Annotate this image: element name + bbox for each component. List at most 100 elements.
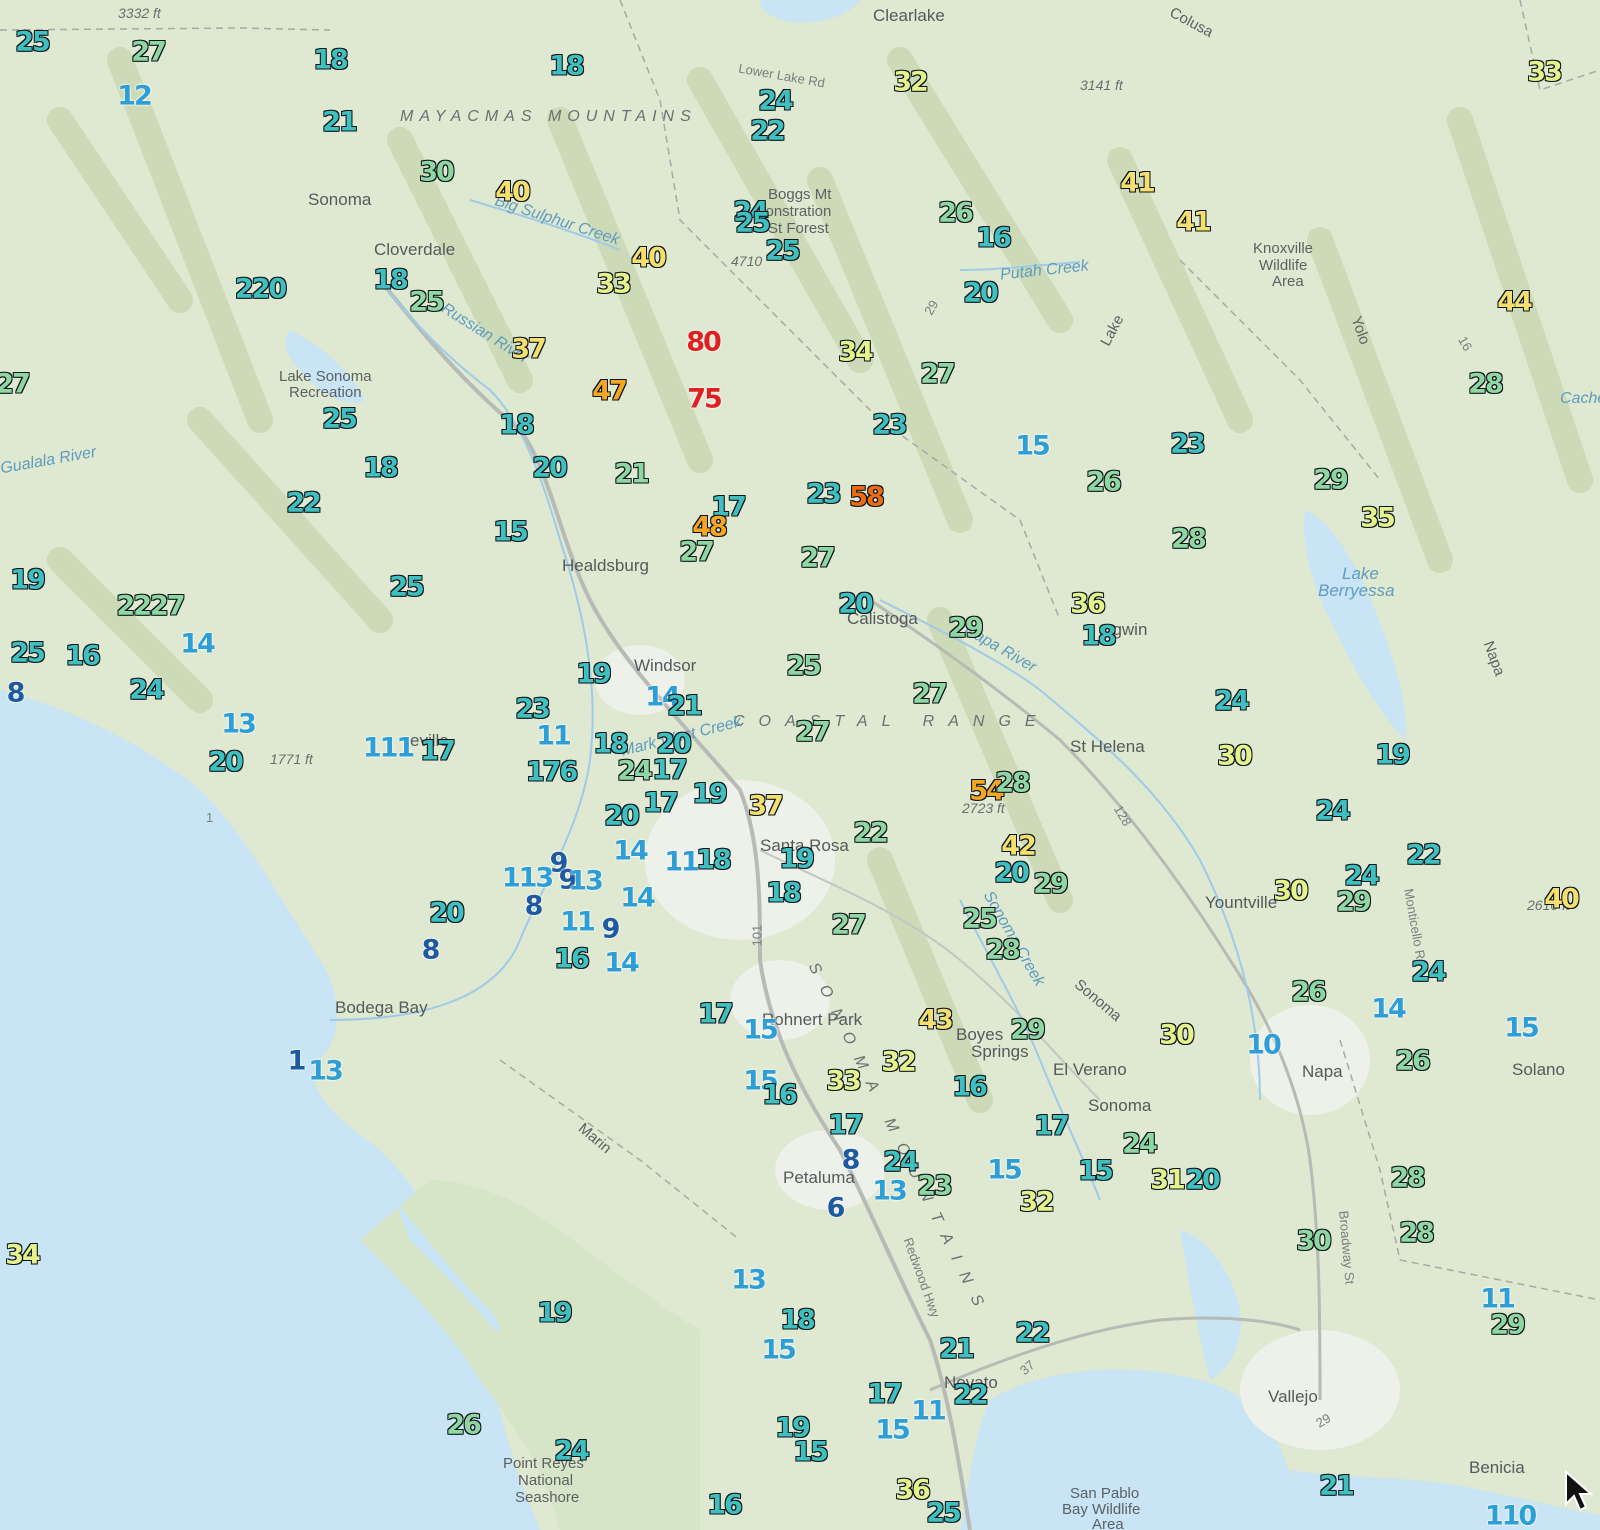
wind-gust-label[interactable]: 24 (883, 1148, 920, 1176)
wind-gust-label[interactable]: 14 (620, 885, 656, 912)
wind-gust-label[interactable]: 33 (826, 1067, 863, 1095)
wind-gust-label[interactable]: 29 (1336, 888, 1373, 916)
wind-gust-label[interactable]: 28 (995, 769, 1032, 797)
wind-gust-label[interactable]: 11 (1480, 1286, 1516, 1313)
wind-gust-label[interactable]: 40 (631, 244, 668, 272)
wind-gust-label[interactable]: 24 (758, 87, 795, 115)
wind-gust-label[interactable]: 18 (313, 46, 350, 74)
wind-gust-label[interactable]: 32 (893, 68, 930, 96)
wind-gust-label[interactable]: 25 (962, 905, 999, 933)
wind-gust-label[interactable]: 15 (1078, 1157, 1115, 1185)
wind-gust-label[interactable]: 23 (1170, 430, 1207, 458)
wind-gust-label[interactable]: 111 (363, 735, 415, 762)
wind-gust-label[interactable]: 19 (10, 566, 47, 594)
wind-gust-label[interactable]: 19 (779, 845, 816, 873)
wind-gust-label[interactable]: 25 (786, 652, 823, 680)
wind-gust-label[interactable]: 14 (1371, 996, 1407, 1023)
wind-gust-label[interactable]: 27 (795, 718, 832, 746)
wind-gust-label[interactable]: 13 (308, 1058, 344, 1085)
wind-gust-label[interactable]: 25 (389, 573, 426, 601)
wind-gust-label[interactable]: 19 (692, 780, 729, 808)
wind-gust-label[interactable]: 30 (1296, 1227, 1333, 1255)
wind-gust-label[interactable]: 26 (938, 199, 975, 227)
wind-gust-label[interactable]: 20 (838, 590, 875, 618)
wind-gust-label[interactable]: 28 (1171, 525, 1208, 553)
wind-gust-label[interactable]: 24 (1214, 687, 1251, 715)
wind-gust-label[interactable]: 27 (912, 680, 949, 708)
wind-gust-label[interactable]: 27 (800, 544, 837, 572)
wind-gust-label[interactable]: 24 (617, 757, 654, 785)
wind-gust-label[interactable]: 29 (1490, 1311, 1527, 1339)
wind-gust-label[interactable]: 25 (926, 1499, 963, 1527)
wind-gust-label[interactable]: 19 (1375, 741, 1412, 769)
wind-gust-label[interactable]: 18 (766, 879, 803, 907)
wind-gust-label[interactable]: 75 (687, 386, 723, 413)
wind-gust-label[interactable]: 28 (1399, 1219, 1436, 1247)
wind-gust-label[interactable]: 25 (409, 288, 446, 316)
wind-gust-label[interactable]: 20 (1185, 1166, 1222, 1194)
wind-gust-label[interactable]: 22 (1015, 1319, 1052, 1347)
wind-gust-label[interactable]: 18 (1081, 622, 1118, 650)
wind-gust-label[interactable]: 22 (286, 489, 323, 517)
wind-gust-label[interactable]: 20 (994, 859, 1031, 887)
wind-gust-label[interactable]: 16 (762, 1081, 799, 1109)
wind-gust-label[interactable]: 23 (806, 480, 843, 508)
wind-gust-label[interactable]: 110 (1485, 1503, 1537, 1530)
wind-gust-label[interactable]: 18 (593, 730, 630, 758)
wind-gust-label[interactable]: 18 (549, 52, 586, 80)
wind-gust-label[interactable]: 33 (1527, 58, 1564, 86)
wind-gust-label[interactable]: 17 (420, 737, 457, 765)
wind-gust-label[interactable]: 26 (1291, 978, 1328, 1006)
wind-gust-label[interactable]: 8 (842, 1147, 861, 1174)
wind-gust-label[interactable]: 29 (1033, 870, 1070, 898)
wind-gust-label[interactable]: 16 (65, 642, 102, 670)
wind-gust-label[interactable]: 15 (493, 518, 530, 546)
wind-gust-label[interactable]: 21 (322, 108, 359, 136)
wind-gust-label[interactable]: 176 (525, 758, 579, 786)
wind-gust-label[interactable]: 17 (1034, 1112, 1071, 1140)
wind-gust-label[interactable]: 28 (1390, 1164, 1427, 1192)
wind-gust-label[interactable]: 34 (838, 338, 875, 366)
wind-gust-label[interactable]: 20 (604, 802, 641, 830)
wind-gust-label[interactable]: 23 (917, 1172, 954, 1200)
wind-gust-label[interactable]: 36 (895, 1476, 932, 1504)
wind-gust-label[interactable]: 11 (560, 909, 596, 936)
wind-gust-label[interactable]: 27 (920, 360, 957, 388)
wind-gust-label[interactable]: 23 (515, 695, 552, 723)
wind-gust-label[interactable]: 25 (10, 639, 47, 667)
wind-gust-label[interactable]: 30 (1273, 877, 1310, 905)
wind-gust-label[interactable]: 25 (322, 405, 359, 433)
wind-gust-label[interactable]: 18 (373, 266, 410, 294)
wind-gust-label[interactable]: 18 (363, 454, 400, 482)
wind-gust-label[interactable]: 13 (872, 1178, 908, 1205)
wind-gust-label[interactable]: 16 (952, 1073, 989, 1101)
wind-gust-label[interactable]: 18 (499, 411, 536, 439)
wind-gust-label[interactable]: 30 (419, 158, 456, 186)
wind-gust-label[interactable]: 220 (234, 275, 288, 303)
wind-gust-label[interactable]: 25 (735, 209, 772, 237)
wind-gust-label[interactable]: 1 (288, 1048, 307, 1075)
wind-gust-label[interactable]: 13 (221, 711, 257, 738)
wind-gust-label[interactable]: 14 (180, 631, 216, 658)
wind-gust-label[interactable]: 16 (707, 1491, 744, 1519)
wind-gust-label[interactable]: 33 (596, 270, 633, 298)
wind-gust-label[interactable]: 21 (1319, 1472, 1356, 1500)
wind-gust-label[interactable]: 30 (1217, 742, 1254, 770)
wind-gust-label[interactable]: 41 (1176, 208, 1213, 236)
wind-gust-label[interactable]: 18 (696, 846, 733, 874)
wind-gust-label[interactable]: 80 (686, 329, 722, 356)
wind-gust-label[interactable]: 37 (511, 335, 548, 363)
wind-gust-label[interactable]: 24 (1122, 1130, 1159, 1158)
wind-gust-label[interactable]: 40 (1544, 885, 1581, 913)
wind-gust-label[interactable]: 11 (664, 849, 700, 876)
wind-gust-label[interactable]: 2227 (116, 592, 186, 620)
wind-gust-label[interactable]: 15 (743, 1017, 779, 1044)
wind-gust-label[interactable]: 12 (117, 83, 153, 110)
wind-gust-label[interactable]: 11 (536, 723, 572, 750)
wind-gust-label[interactable]: 37 (748, 792, 785, 820)
wind-gust-label[interactable]: 24 (554, 1437, 591, 1465)
wind-gust-label[interactable]: 8 (422, 937, 441, 964)
wind-gust-label[interactable]: 16 (976, 224, 1013, 252)
wind-gust-label[interactable]: 10 (1246, 1032, 1282, 1059)
wind-gust-label[interactable]: 28 (1468, 370, 1505, 398)
